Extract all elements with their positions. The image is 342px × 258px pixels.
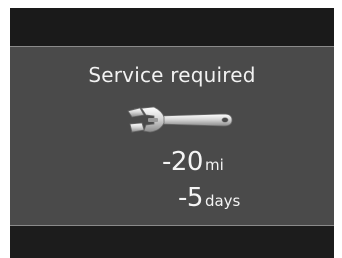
instrument-cluster-display: Service required -20 mi -5 days <box>10 8 334 258</box>
time-remaining: -5 days <box>178 183 240 213</box>
distance-value: -20 <box>162 147 203 177</box>
distance-unit: mi <box>204 156 224 174</box>
display-top-bar <box>10 8 334 46</box>
wrench-icon <box>127 106 233 133</box>
time-unit: days <box>204 192 241 210</box>
distance-remaining: -20 mi <box>162 147 224 177</box>
service-required-title: Service required <box>88 63 256 87</box>
display-bottom-bar <box>10 226 334 258</box>
time-value: -5 <box>178 183 203 213</box>
service-message-panel: Service required -20 mi -5 days <box>10 46 334 226</box>
